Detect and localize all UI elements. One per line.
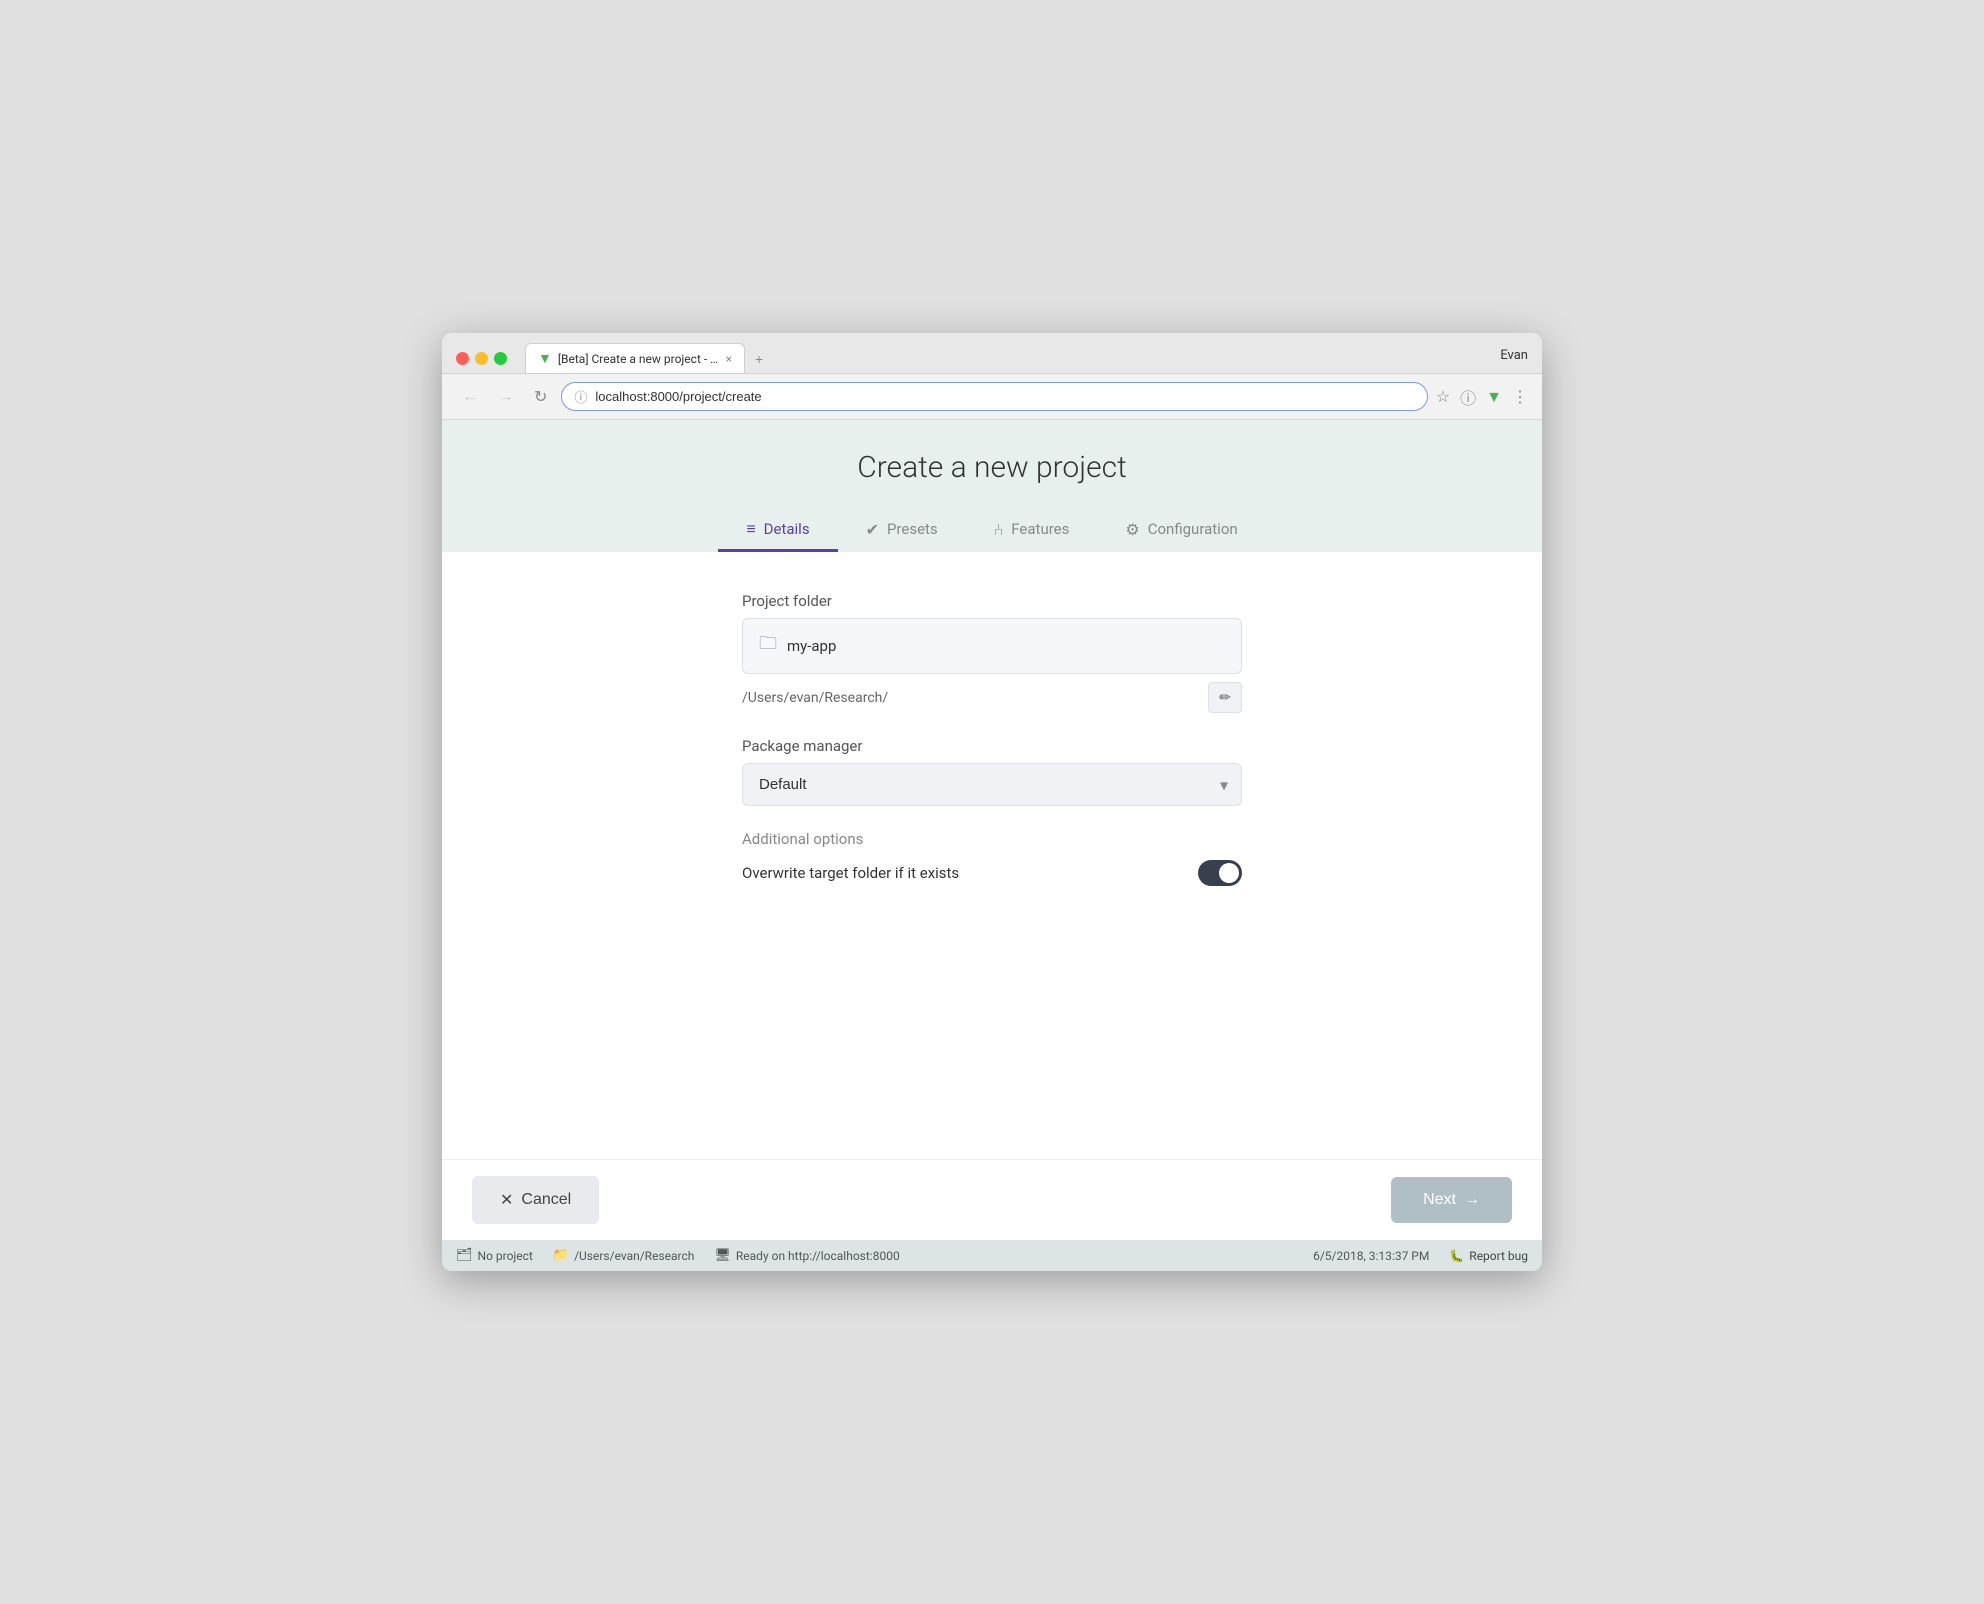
edit-path-button[interactable]: ✏ xyxy=(1208,682,1242,713)
folder-icon: 🗀 xyxy=(759,631,777,661)
package-manager-label: Package manager xyxy=(742,737,1242,755)
active-tab[interactable]: ▼ [Beta] Create a new project - \ × × xyxy=(525,343,745,373)
reload-button[interactable]: ↻ xyxy=(528,383,553,411)
next-arrow-icon: → xyxy=(1464,1191,1480,1209)
status-datetime: 6/5/2018, 3:13:37 PM xyxy=(1313,1249,1429,1263)
presets-icon: ✔ xyxy=(866,520,879,539)
report-bug-label: Report bug xyxy=(1469,1249,1528,1263)
status-no-project: 🗂 No project xyxy=(456,1248,533,1263)
tab-features-label: Features xyxy=(1011,520,1069,538)
tab-title: [Beta] Create a new project - \ × xyxy=(558,352,720,366)
cancel-button[interactable]: ✕ Cancel xyxy=(472,1176,599,1224)
status-path-text: /Users/evan/Research xyxy=(574,1249,694,1263)
package-manager-select[interactable]: Default npm yarn xyxy=(742,763,1242,806)
folder-status-icon: 📁 xyxy=(553,1248,569,1263)
footer-actions: ✕ Cancel Next → xyxy=(442,1159,1542,1240)
status-ready-text: Ready on http://localhost:8000 xyxy=(736,1249,900,1263)
next-button[interactable]: Next → xyxy=(1391,1177,1512,1223)
next-label: Next xyxy=(1423,1191,1456,1209)
package-manager-group: Package manager Default npm yarn ▾ xyxy=(742,737,1242,806)
details-icon: ≡ xyxy=(746,519,755,539)
tab-details[interactable]: ≡ Details xyxy=(718,509,837,552)
toolbar: ← → ↻ ⓘ ☆ ⓘ ▼ ⋮ xyxy=(442,374,1542,420)
tab-details-label: Details xyxy=(764,520,810,538)
status-path: 📁 /Users/evan/Research xyxy=(553,1248,695,1263)
briefcase-icon: 🗂 xyxy=(456,1248,473,1263)
forward-button[interactable]: → xyxy=(492,384,520,410)
path-row: /Users/evan/Research/ ✏ xyxy=(742,682,1242,713)
tab-presets-label: Presets xyxy=(887,520,938,538)
project-folder-label: Project folder xyxy=(742,592,1242,610)
minimize-button[interactable] xyxy=(475,352,488,365)
status-right: 6/5/2018, 3:13:37 PM 🐛 Report bug xyxy=(1313,1249,1528,1263)
page-title: Create a new project xyxy=(462,450,1522,485)
report-bug-button[interactable]: 🐛 Report bug xyxy=(1449,1249,1528,1263)
menu-icon[interactable]: ⋮ xyxy=(1512,387,1528,406)
tab-features[interactable]: ⑃ Features xyxy=(966,509,1098,552)
page-content: Create a new project ≡ Details ✔ Presets… xyxy=(442,420,1542,1240)
cancel-x-icon: ✕ xyxy=(500,1190,513,1210)
tab-presets[interactable]: ✔ Presets xyxy=(838,509,966,552)
features-icon: ⑃ xyxy=(994,520,1004,539)
tab-configuration[interactable]: ⚙ Configuration xyxy=(1097,509,1265,552)
tab-configuration-label: Configuration xyxy=(1148,520,1238,538)
brand-icon[interactable]: ▼ xyxy=(1486,387,1502,407)
tab-favicon-icon: ▼ xyxy=(538,350,552,367)
form-inner: Project folder 🗀 my-app /Users/evan/Rese… xyxy=(742,592,1242,910)
toggle-knob xyxy=(1219,863,1239,883)
monitor-icon: 🖥 xyxy=(714,1248,731,1263)
toggle-row: Overwrite target folder if it exists xyxy=(742,860,1242,886)
form-area: Project folder 🗀 my-app /Users/evan/Rese… xyxy=(442,552,1542,1159)
select-wrapper: Default npm yarn ▾ xyxy=(742,763,1242,806)
star-icon[interactable]: ☆ xyxy=(1436,387,1450,406)
overwrite-toggle[interactable] xyxy=(1198,860,1242,886)
folder-input[interactable]: 🗀 my-app xyxy=(742,618,1242,674)
cancel-label: Cancel xyxy=(521,1191,571,1209)
title-bar: ▼ [Beta] Create a new project - \ × × + … xyxy=(442,333,1542,374)
additional-options-group: Additional options Overwrite target fold… xyxy=(742,830,1242,886)
traffic-lights xyxy=(456,352,507,365)
tabs-nav: ≡ Details ✔ Presets ⑃ Features ⚙ Configu… xyxy=(462,509,1522,552)
browser-window: ▼ [Beta] Create a new project - \ × × + … xyxy=(442,333,1542,1271)
no-project-text: No project xyxy=(478,1249,533,1263)
address-bar[interactable]: ⓘ xyxy=(561,382,1427,411)
status-ready: 🖥 Ready on http://localhost:8000 xyxy=(714,1248,899,1263)
bug-icon: 🐛 xyxy=(1449,1249,1464,1263)
configuration-icon: ⚙ xyxy=(1125,520,1139,539)
folder-name: my-app xyxy=(787,637,836,655)
page-header: Create a new project ≡ Details ✔ Presets… xyxy=(442,420,1542,552)
info-icon: ⓘ xyxy=(574,387,587,406)
tab-bar: ▼ [Beta] Create a new project - \ × × + xyxy=(525,343,1490,373)
overwrite-label: Overwrite target folder if it exists xyxy=(742,864,959,882)
user-label: Evan xyxy=(1500,348,1528,369)
maximize-button[interactable] xyxy=(494,352,507,365)
additional-options-label: Additional options xyxy=(742,830,1242,848)
new-tab-button[interactable]: + xyxy=(745,345,773,373)
project-folder-group: Project folder 🗀 my-app /Users/evan/Rese… xyxy=(742,592,1242,713)
close-button[interactable] xyxy=(456,352,469,365)
back-button[interactable]: ← xyxy=(456,384,484,410)
account-icon[interactable]: ⓘ xyxy=(1460,385,1476,409)
folder-path: /Users/evan/Research/ xyxy=(742,690,1198,706)
toolbar-icons: ☆ ⓘ ▼ ⋮ xyxy=(1436,385,1528,409)
status-bar: 🗂 No project 📁 /Users/evan/Research 🖥 Re… xyxy=(442,1240,1542,1271)
tab-close-icon[interactable]: × xyxy=(726,352,732,366)
url-input[interactable] xyxy=(595,389,1414,404)
